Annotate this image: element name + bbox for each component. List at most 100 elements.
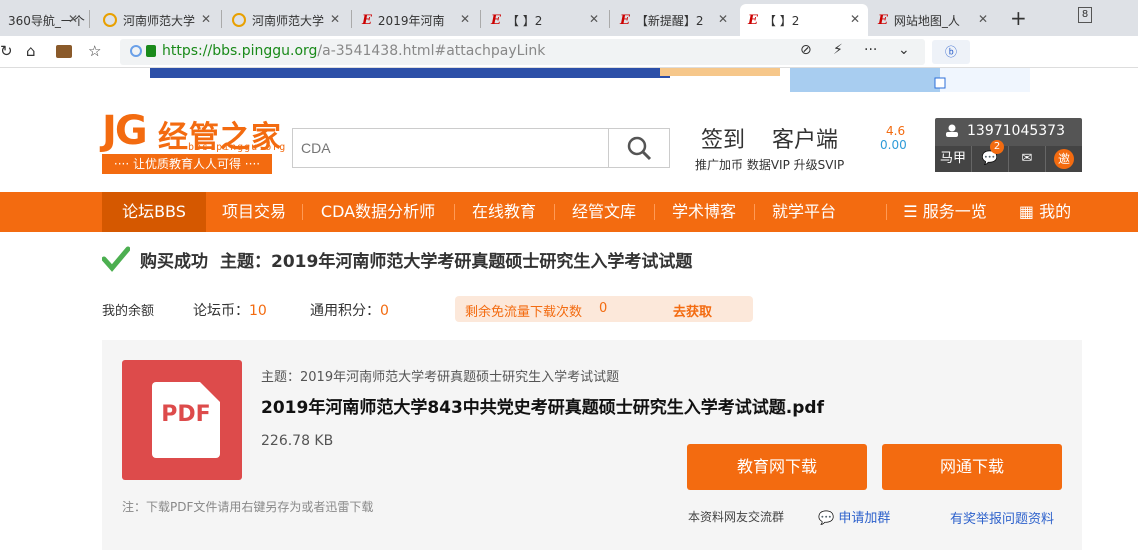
close-icon[interactable]: ✕ (330, 12, 340, 26)
nav-item-bbs[interactable]: 论坛BBS (102, 192, 206, 232)
tab-3[interactable]: 河南师范大学 ✕ (224, 4, 348, 36)
search-button[interactable] (609, 129, 669, 167)
nav-item-blog[interactable]: 学术博客 (654, 192, 754, 232)
balance-label: 我的余额 (102, 304, 155, 319)
search-input[interactable] (293, 129, 609, 167)
url-text[interactable]: https://bbs.pinggu.org/a-3541438.html#at… (162, 43, 545, 59)
points-balance: 通用积分：0 (310, 300, 389, 320)
close-icon[interactable]: ✕ (460, 12, 470, 26)
nav-item-library[interactable]: 经管文库 (554, 192, 654, 232)
notifications-button[interactable]: ✉ (1009, 146, 1046, 172)
e-favicon-icon: E (878, 12, 888, 28)
briefcase-icon[interactable] (56, 45, 72, 58)
tab-separator (480, 10, 481, 28)
points-label: 通用积分： (310, 303, 380, 319)
free-download-box: 剩余免流量下载次数 0 去获取 (455, 296, 753, 322)
e-favicon-icon: E (748, 12, 758, 28)
messages-button[interactable]: 💬 2 (972, 140, 1009, 172)
close-icon[interactable]: ✕ (718, 12, 728, 26)
promo-links[interactable]: 推广加币 数据VIP 升级SVIP (695, 156, 844, 173)
close-icon[interactable]: ✕ (68, 12, 78, 26)
e-favicon-icon: E (362, 12, 372, 28)
get-free-link[interactable]: 去获取 (673, 301, 712, 320)
tab-2[interactable]: 河南师范大学 ✕ (95, 4, 219, 36)
main-nav: 论坛BBS 项目交易 CDA数据分析师 在线教育 经管文库 学术博客 就学平台 … (0, 192, 1138, 232)
free-download-label: 剩余免流量下载次数 (465, 305, 583, 320)
tab-5[interactable]: E 【 】2 ✕ (483, 4, 607, 36)
banner-graphic (150, 68, 1030, 92)
invite-button[interactable]: 邀 (1046, 146, 1082, 172)
nav-separator (886, 204, 887, 220)
logo-url: bbs.pinggu.org (188, 142, 287, 153)
tab-separator (89, 10, 90, 28)
shield-icon (130, 45, 142, 57)
url-path: /a-3541438.html#attachpayLink (317, 43, 546, 59)
invite-icon: 邀 (1054, 149, 1074, 169)
close-icon[interactable]: ✕ (201, 12, 211, 26)
new-tab-button[interactable]: + (1010, 6, 1027, 30)
tab-count-badge[interactable]: 8 (1078, 7, 1092, 23)
lightning-icon[interactable]: ⚡ (833, 42, 843, 58)
more-icon[interactable]: ··· (864, 42, 877, 58)
address-bar[interactable]: https://bbs.pinggu.org/a-3541438.html#at… (120, 39, 925, 65)
list-icon: ☰ (903, 202, 923, 221)
e-favicon-icon: E (491, 12, 501, 28)
message-count-badge: 2 (990, 140, 1004, 154)
checkmark-icon (102, 246, 130, 272)
stat-value-2: 0.00 (880, 138, 907, 152)
mine-label: 我的 (1039, 202, 1072, 221)
nav-item-services[interactable]: ☰ 服务一览 (896, 192, 994, 232)
coin-value: 10 (249, 303, 267, 319)
file-name: 2019年河南师范大学843中共党史考研真题硕士研究生入学考试试题.pdf (261, 398, 824, 418)
reload-icon[interactable]: ↻ (0, 42, 13, 60)
join-group-label: 申请加群 (838, 511, 891, 526)
report-link[interactable]: 有奖举报问题资料 (950, 508, 1054, 527)
tab-separator (609, 10, 610, 28)
nav-item-education[interactable]: 在线教育 (454, 192, 554, 232)
close-icon[interactable]: ✕ (589, 12, 599, 26)
tab-separator (221, 10, 222, 28)
nav-item-mine[interactable]: ▦ 我的 (1010, 192, 1080, 232)
user-name-link[interactable]: 马甲 (935, 146, 972, 172)
grid-icon: ▦ (1018, 202, 1040, 221)
nav-item-study[interactable]: 就学平台 (754, 192, 854, 232)
nav-item-projects[interactable]: 项目交易 (206, 192, 302, 232)
url-protocol: https:// (162, 43, 213, 59)
close-icon[interactable]: ✕ (850, 12, 860, 26)
chevron-down-icon[interactable]: ⌄ (898, 42, 910, 58)
tab-8[interactable]: E 网站地图_人 ✕ (870, 4, 996, 36)
signin-link[interactable]: 签到 (701, 122, 745, 154)
client-link[interactable]: 客户端 (772, 122, 838, 154)
browser-toolbar: ↻ ⌂ ☆ https://bbs.pinggu.org/a-3541438.h… (0, 36, 1138, 68)
tab-4[interactable]: E 2019年河南 ✕ (354, 4, 478, 36)
tab-1[interactable]: 360导航_一个 ✕ (0, 4, 86, 36)
balance-row: 我的余额 论坛币：10 通用积分：0 剩余免流量下载次数 0 去获取 (102, 296, 762, 322)
coin-label: 论坛币： (193, 303, 249, 319)
file-card: PDF 主题：2019年河南师范大学考研真题硕士研究生入学考试试题 2019年河… (102, 340, 1082, 550)
home-icon[interactable]: ⌂ (26, 42, 36, 60)
url-host: bbs.pinggu.org (212, 43, 318, 59)
favorites-icon[interactable]: ☆ (88, 42, 101, 60)
search-engine-button[interactable]: ⓑ (932, 40, 970, 64)
lock-icon (146, 45, 156, 57)
nav-item-cda[interactable]: CDA数据分析师 (302, 192, 454, 232)
download-note: 注：下载PDF文件请用右键另存为或者迅雷下载 (122, 500, 374, 514)
free-download-count: 0 (599, 301, 608, 316)
compass-icon[interactable]: ⊘ (800, 42, 812, 58)
edu-download-button[interactable]: 教育网下载 (687, 444, 867, 490)
coin-balance: 论坛币：10 (193, 300, 267, 320)
user-phone[interactable]: 13971045373 (967, 123, 1065, 139)
banner-image[interactable] (120, 68, 1060, 92)
netcom-download-button[interactable]: 网通下载 (882, 444, 1062, 490)
join-group-link[interactable]: 💬 申请加群 (818, 507, 890, 526)
topic-title: 主题：2019年河南师范大学考研真题硕士研究生入学考试试题 (220, 251, 693, 272)
logo-slogan: ···· 让优质教育人人可得 ···· (102, 154, 272, 174)
tab-6[interactable]: E 【新提醒】2 ✕ (612, 4, 736, 36)
points-value: 0 (380, 303, 389, 319)
tab-7-active[interactable]: E 【 】2 ✕ (740, 4, 868, 36)
user-icon (946, 124, 958, 137)
status-text: 购买成功 (140, 251, 208, 272)
services-label: 服务一览 (922, 202, 987, 221)
user-actions: 马甲 💬 2 ✉ 邀 (935, 140, 1082, 172)
close-icon[interactable]: ✕ (978, 12, 988, 26)
